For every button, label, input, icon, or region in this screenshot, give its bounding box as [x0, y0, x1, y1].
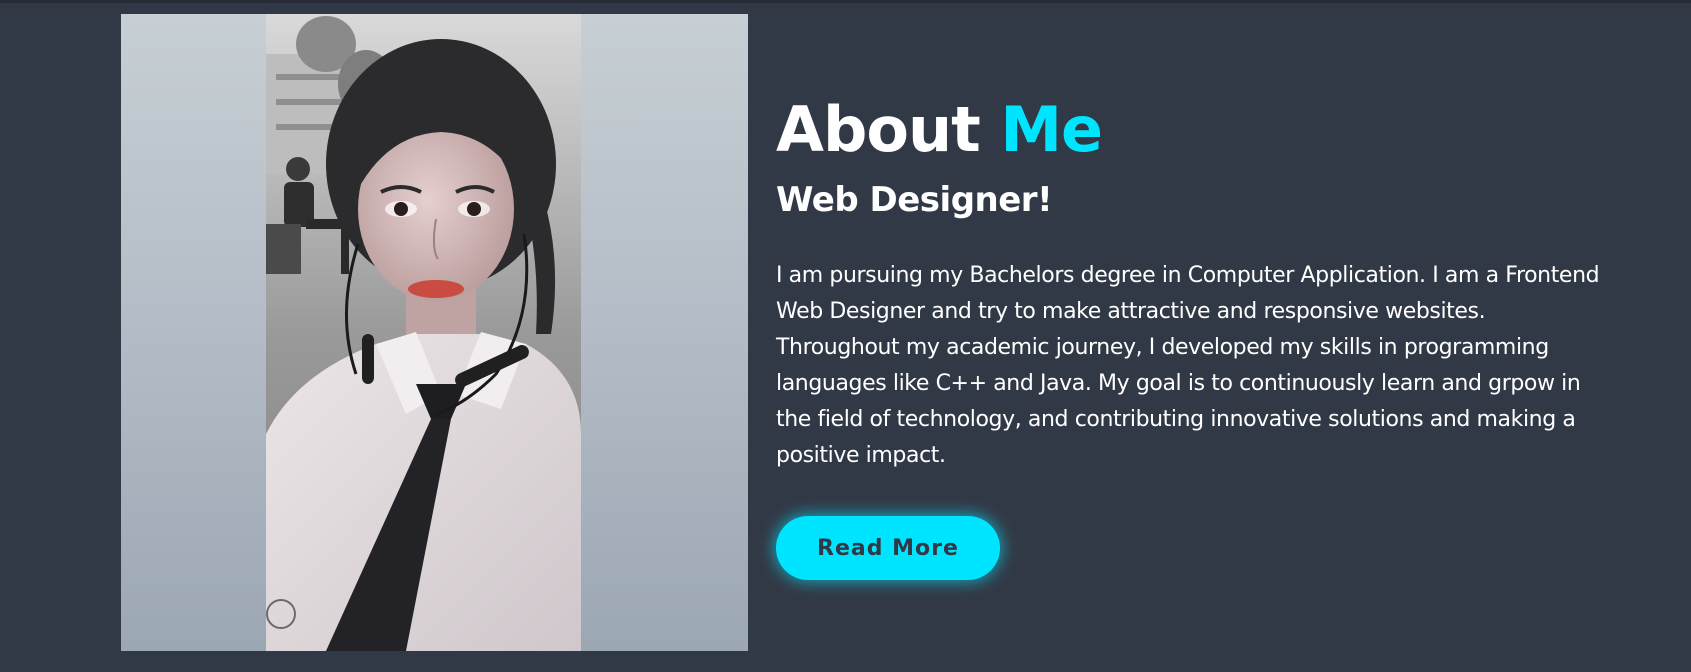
page-title: About Me [776, 92, 1103, 168]
page-title-text: About [776, 93, 981, 166]
role-subtitle: Web Designer! [776, 180, 1053, 220]
about-section: About Me Web Designer! I am pursuing my … [0, 0, 1691, 672]
bio-paragraph: I am pursuing my Bachelors degree in Com… [776, 263, 1600, 468]
read-more-button[interactable]: Read More [776, 516, 1000, 580]
page-title-accent: Me [1000, 93, 1103, 166]
profile-photo-panel [121, 14, 748, 651]
profile-photo [266, 14, 581, 651]
header-divider [0, 0, 1691, 3]
